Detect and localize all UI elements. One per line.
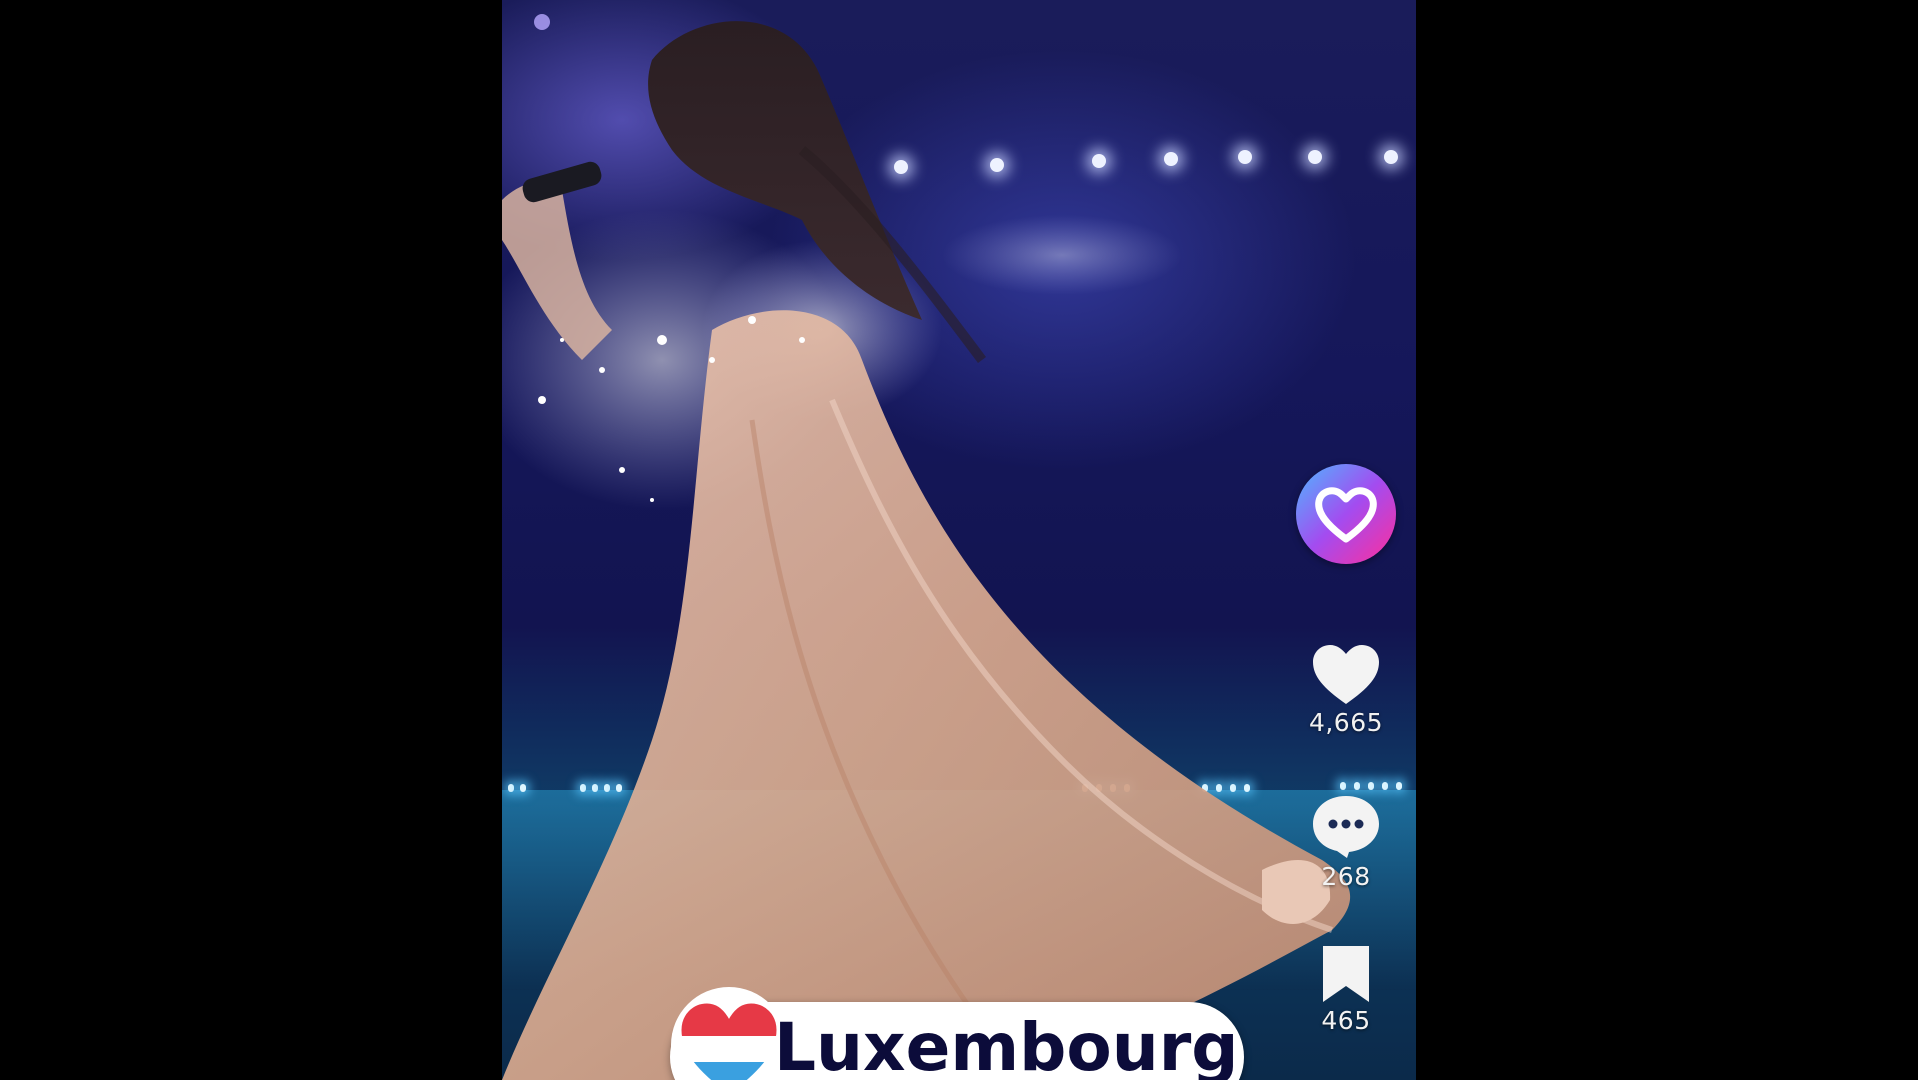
video-page: 4,665 268 465 Luxembourg: [0, 0, 1918, 1080]
action-rail: 4,665 268 465: [1296, 464, 1396, 1064]
bookmark-icon: [1323, 946, 1369, 1002]
video-player[interactable]: [502, 0, 1416, 1080]
luxembourg-heart-flag-icon: [671, 987, 787, 1080]
save-count: 465: [1321, 1006, 1371, 1035]
performer-image: [502, 14, 1351, 1080]
heart-badge-icon: [1315, 487, 1377, 543]
save-button[interactable]: 465: [1296, 944, 1396, 1035]
country-banner: Luxembourg: [670, 987, 1244, 1080]
comment-bubble-icon: [1313, 796, 1379, 858]
country-name: Luxembourg: [774, 1009, 1239, 1080]
heart-icon: [1313, 645, 1379, 704]
comment-count: 268: [1321, 862, 1371, 891]
like-count: 4,665: [1308, 708, 1384, 737]
comment-button[interactable]: 268: [1296, 794, 1396, 891]
like-button[interactable]: 4,665: [1296, 644, 1396, 737]
creator-avatar[interactable]: [1296, 464, 1396, 564]
